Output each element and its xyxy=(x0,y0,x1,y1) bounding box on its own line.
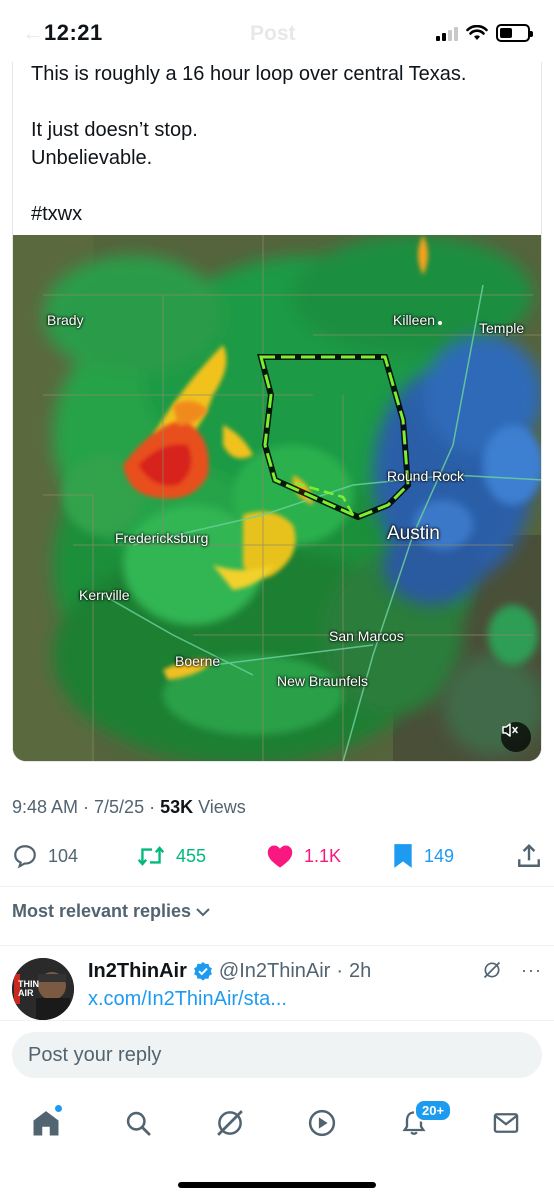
reply-author-handle[interactable]: @In2ThinAir xyxy=(219,960,330,983)
play-circle-icon xyxy=(308,1109,336,1137)
map-label-text: Temple xyxy=(479,320,525,336)
views-label: Views xyxy=(193,797,246,817)
bookmark-filled-icon xyxy=(394,844,412,868)
tab-video[interactable] xyxy=(302,1103,342,1143)
page-title: Post xyxy=(250,22,296,45)
post-actions: 104 455 1.1K 149 xyxy=(12,840,542,872)
post-text-line: This is roughly a 16 hour loop over cent… xyxy=(31,63,467,85)
map-label-text: Killeen xyxy=(393,312,436,328)
like-count: 1.1K xyxy=(304,845,342,866)
post-meta: 9:48 AM · 7/5/25 · 53K Views xyxy=(12,797,246,818)
map-label-text: Brady xyxy=(47,312,84,328)
verified-badge-icon xyxy=(193,962,212,981)
hashtag-link[interactable]: #txwx xyxy=(31,200,466,228)
map-label-austin: Austin xyxy=(387,523,440,545)
map-label-text: Austin xyxy=(387,523,440,544)
reply-count: 104 xyxy=(48,845,79,866)
post-timestamp: 9:48 AM · 7/5/25 · xyxy=(12,797,161,817)
grok-button[interactable] xyxy=(482,960,502,985)
reply-header: In2ThinAir @In2ThinAir · 2h xyxy=(88,958,371,984)
tab-search[interactable] xyxy=(118,1103,158,1143)
home-indicator xyxy=(178,1182,376,1188)
bookmark-count: 149 xyxy=(424,845,455,866)
map-label-text: San Marcos xyxy=(329,628,404,644)
grok-icon xyxy=(483,961,501,979)
status-icons xyxy=(436,22,533,44)
radar-video[interactable]: Brady Killeen Temple Round Rock Austin F… xyxy=(13,235,541,761)
heart-filled-icon xyxy=(267,845,293,868)
reply-time: 2h xyxy=(349,959,372,982)
map-label-boerne: Boerne xyxy=(175,653,220,669)
map-label-brady: Brady xyxy=(47,312,84,328)
post-text-line: Unbelievable. xyxy=(31,147,153,169)
compose-placeholder: Post your reply xyxy=(28,1044,162,1066)
map-label-kerrville: Kerrville xyxy=(79,587,130,603)
status-time: 12:21 xyxy=(44,20,103,45)
bookmark-button[interactable]: 149 xyxy=(392,840,454,872)
divider xyxy=(0,886,554,887)
home-notification-dot xyxy=(55,1105,62,1112)
status-bar: ← 12:21 Post xyxy=(0,0,554,62)
mute-button[interactable] xyxy=(501,722,531,752)
reply-item[interactable]: THIN AIR In2ThinAir @In2ThinAir · 2h x.c… xyxy=(12,958,542,1020)
map-label-text: Kerrville xyxy=(79,587,130,603)
repost-icon xyxy=(137,846,165,866)
views-count[interactable]: 53K xyxy=(160,797,193,817)
map-label-text: Boerne xyxy=(175,653,221,669)
post-text: This is roughly a 16 hour loop over cent… xyxy=(31,60,466,228)
tab-messages[interactable] xyxy=(486,1103,526,1143)
reply-separator: · xyxy=(336,959,344,982)
search-icon xyxy=(126,1111,151,1136)
divider xyxy=(0,1020,554,1021)
chevron-down-icon xyxy=(196,907,210,916)
signal-icon xyxy=(436,25,458,41)
avatar-lettering: THIN AIR xyxy=(18,979,39,998)
wifi-icon xyxy=(466,25,488,40)
map-label-text: Fredericksburg xyxy=(115,530,209,546)
avatar[interactable]: THIN AIR xyxy=(12,958,74,1020)
bottom-tab-bar: 20+ xyxy=(0,1095,554,1155)
battery-icon xyxy=(496,24,533,42)
back-arrow-icon[interactable]: ← xyxy=(22,20,44,46)
map-label-text: New Braunfels xyxy=(277,673,369,689)
mail-icon xyxy=(493,1113,519,1133)
replies-sort-dropdown[interactable]: Most relevant replies xyxy=(12,901,211,922)
like-button[interactable]: 1.1K xyxy=(266,840,341,872)
tab-home[interactable] xyxy=(26,1103,66,1143)
map-label-fredericksburg: Fredericksburg xyxy=(115,530,208,546)
grok-icon xyxy=(217,1110,243,1136)
map-label-text: Round Rock xyxy=(387,468,465,484)
map-label-round-rock: Round Rock xyxy=(387,468,464,484)
post-text-line: It just doesn’t stop. xyxy=(31,119,198,141)
reply-button[interactable]: 104 xyxy=(12,840,78,872)
divider xyxy=(0,945,554,946)
map-label-killeen: Killeen xyxy=(393,312,443,328)
post-card: This is roughly a 16 hour loop over cent… xyxy=(12,40,542,762)
repost-count: 455 xyxy=(176,845,207,866)
map-label-san-marcos: San Marcos xyxy=(329,628,404,644)
more-options-button[interactable]: ··· xyxy=(521,960,542,981)
share-icon xyxy=(518,844,540,867)
replies-sort-label: Most relevant replies xyxy=(12,901,192,921)
map-label-temple: Temple xyxy=(479,320,524,336)
share-button[interactable] xyxy=(516,840,542,872)
repost-button[interactable]: 455 xyxy=(136,840,206,872)
notification-badge: 20+ xyxy=(414,1099,453,1122)
reply-icon xyxy=(14,845,36,869)
reply-link[interactable]: x.com/In2ThinAir/sta... xyxy=(88,988,287,1011)
tab-notifications[interactable]: 20+ xyxy=(394,1099,453,1143)
home-icon xyxy=(33,1111,59,1136)
tab-grok[interactable] xyxy=(210,1103,250,1143)
speaker-muted-icon xyxy=(502,723,518,737)
map-label-new-braunfels: New Braunfels xyxy=(277,673,368,689)
reply-author-name[interactable]: In2ThinAir xyxy=(88,960,187,983)
reply-compose-input[interactable]: Post your reply xyxy=(12,1032,542,1078)
